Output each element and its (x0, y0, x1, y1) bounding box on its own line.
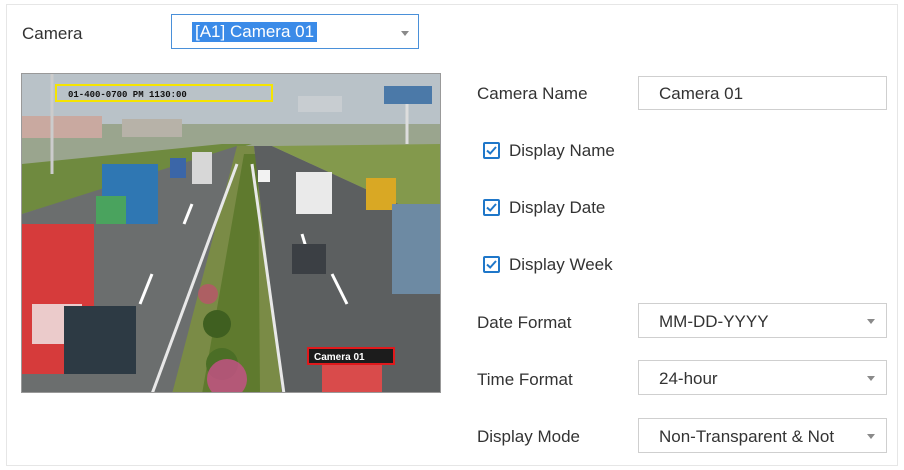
time-format-label: Time Format (477, 370, 573, 389)
checkmark-icon (486, 260, 497, 269)
chevron-down-icon[interactable] (401, 31, 409, 36)
camera-name-input[interactable]: Camera 01 (638, 76, 887, 110)
display-mode-select[interactable]: Non-Transparent & Not (638, 418, 887, 453)
display-name-checkbox[interactable] (483, 142, 500, 159)
display-week-checkbox[interactable] (483, 256, 500, 273)
display-mode-value: Non-Transparent & Not (659, 427, 835, 446)
preview-image: 01-400-0700 PM 1130:00 Camera 01 (22, 74, 440, 392)
display-mode-label: Display Mode (477, 427, 580, 446)
camera-label: Camera (22, 24, 83, 43)
osd-name-text: Camera 01 (314, 352, 365, 363)
osd-date-text: 01-400-0700 PM 1130:00 (68, 90, 187, 100)
chevron-down-icon[interactable] (867, 434, 875, 439)
checkmark-icon (486, 146, 497, 155)
date-format-label: Date Format (477, 313, 572, 332)
date-format-value: MM-DD-YYYY (659, 312, 769, 331)
camera-select[interactable]: [A1] Camera 01 (171, 14, 419, 49)
time-format-select[interactable]: 24-hour (638, 360, 887, 395)
time-format-value: 24-hour (659, 369, 718, 388)
camera-select-value: [A1] Camera 01 (192, 22, 318, 42)
display-name-label: Display Name (509, 141, 615, 160)
date-format-select[interactable]: MM-DD-YYYY (638, 303, 887, 338)
camera-preview[interactable]: 01-400-0700 PM 1130:00 Camera 01 (21, 73, 441, 393)
display-week-label: Display Week (509, 255, 613, 274)
camera-name-label: Camera Name (477, 84, 588, 103)
display-date-label: Display Date (509, 198, 606, 217)
chevron-down-icon[interactable] (867, 376, 875, 381)
camera-name-value: Camera 01 (659, 84, 744, 103)
display-date-checkbox[interactable] (483, 199, 500, 216)
checkmark-icon (486, 203, 497, 212)
chevron-down-icon[interactable] (867, 319, 875, 324)
